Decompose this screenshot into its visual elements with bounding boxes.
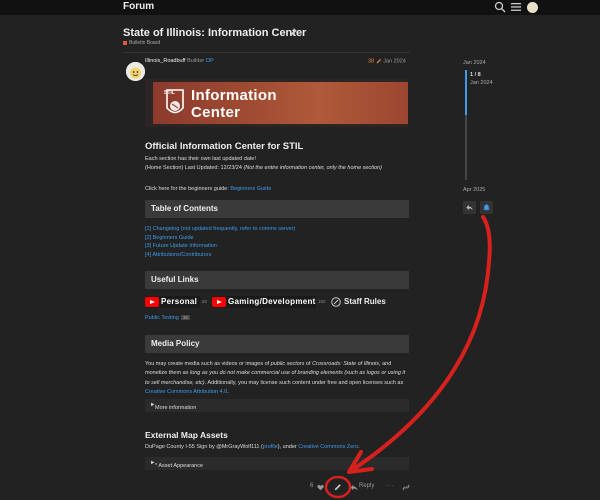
category-label: Bulletin Board	[129, 40, 161, 46]
dupage-text-part: .	[358, 444, 360, 450]
personal-click-count: 82	[202, 299, 208, 304]
hamburger-menu-icon[interactable]	[510, 1, 522, 13]
profile-link[interactable]: profile	[263, 444, 278, 450]
share-link-icon[interactable]	[402, 484, 410, 491]
public-testing-link[interactable]: Public Testing	[145, 315, 179, 321]
youtube-icon	[212, 297, 226, 307]
last-updated-note: (Not the entire information center, only…	[243, 165, 382, 171]
links-section-bar: Useful Links	[145, 271, 409, 289]
media-text-part: of	[304, 361, 313, 367]
staff-rules-icon	[331, 297, 341, 307]
timeline-end-date[interactable]: Apr 2025	[463, 187, 485, 193]
toc-item-changelog[interactable]: [1] Changelog (not updated frequently, r…	[145, 226, 295, 232]
personal-link-label: Personal	[161, 297, 198, 306]
heart-icon[interactable]	[317, 484, 324, 491]
like-count: 6	[310, 483, 314, 489]
edit-title-pencil-icon[interactable]	[289, 28, 298, 37]
more-information-label: ► More information	[150, 402, 197, 411]
post-date[interactable]: Jan 2024	[383, 58, 406, 64]
more-information-text: More information	[155, 405, 197, 411]
cc-attribution-link[interactable]: Creative Commons Attribution 4.0	[145, 389, 227, 395]
reply-button[interactable]: Reply	[359, 483, 374, 489]
last-updated-text: (Home Section) Last Updated: 12/23/24 (N…	[145, 165, 382, 171]
author-name[interactable]: Illinois_Roadbuff	[145, 58, 186, 64]
banner-title: Information Center	[191, 87, 277, 121]
timeline-progress-date: Jan 2024	[470, 80, 493, 86]
media-text-part: You may create media such as videos or i…	[145, 361, 271, 367]
timeline-scroll-handle[interactable]	[465, 70, 467, 115]
media-section-bar: Media Policy	[145, 335, 409, 353]
edit-history-pencil-icon[interactable]	[376, 58, 382, 64]
asset-appearance-details[interactable]: ► * Asset Appearance	[145, 457, 409, 470]
author-title: Builder	[187, 58, 205, 64]
post-author-line: Illinois_Roadbuff Builder OP	[145, 58, 214, 64]
media-heading: Media Policy	[151, 339, 200, 348]
links-heading: Useful Links	[151, 275, 199, 284]
beginners-line: Click here for the beginners guide: Begi…	[145, 186, 271, 192]
forum-title[interactable]: Forum	[123, 1, 154, 12]
dupage-attribution: DuPage County I-55 Sign by @MrGrayWolf11…	[145, 444, 360, 450]
asset-appearance-text: * Asset Appearance	[155, 463, 204, 469]
reply-icon	[350, 484, 358, 491]
banner-stil-text: STIL	[164, 90, 175, 96]
gaming-link-label: Gaming/Development	[228, 297, 316, 306]
personal-youtube-link[interactable]: Personal	[145, 296, 200, 308]
staff-rules-link[interactable]: Staff Rules	[344, 297, 386, 306]
public-testing-line: Public Testing 38	[145, 315, 190, 321]
more-information-details[interactable]: ► More information	[145, 399, 409, 412]
cc-zero-link[interactable]: Creative Commons Zero	[298, 444, 358, 450]
youtube-icon	[145, 297, 159, 307]
dupage-text-part: ), under	[277, 444, 299, 450]
media-text-part: .	[227, 388, 229, 395]
media-text-italic: Crossroads: State of Illinois	[312, 361, 380, 367]
forum-page: Forum State of Illinois: Information Cen…	[0, 0, 600, 500]
toc-item-attributions[interactable]: [4] Attributions/Contributors	[145, 252, 211, 258]
search-icon[interactable]	[494, 1, 506, 13]
last-updated-label: (Home Section) Last Updated: 12/23/24	[145, 165, 242, 171]
edit-post-pencil-icon[interactable]	[334, 483, 342, 491]
post-divider	[123, 52, 410, 53]
beginners-prefix: Click here for the beginners guide:	[145, 186, 229, 192]
more-actions-icon[interactable]: ···	[386, 483, 395, 489]
bell-icon	[483, 204, 490, 211]
gaming-youtube-link[interactable]: Gaming/Development	[212, 296, 316, 308]
toc-heading: Table of Contents	[151, 204, 218, 213]
media-text-italic: public sectors	[270, 361, 305, 367]
user-avatar[interactable]	[527, 2, 538, 13]
banner-title-line1: Information	[191, 87, 277, 104]
smiley-avatar-icon	[126, 62, 145, 81]
banner-title-line2: Center	[191, 104, 241, 121]
info-center-banner: STIL Information Center	[145, 79, 408, 127]
edit-history-count[interactable]: 38	[368, 58, 374, 64]
topic-title: State of Illinois: Information Center	[123, 27, 307, 39]
red-annotation-arrow	[324, 215, 492, 499]
beginners-guide-link[interactable]: Beginners Guide	[230, 186, 271, 192]
public-testing-count: 38	[180, 315, 190, 320]
media-text-part: . Additionally, you may license such con…	[204, 379, 404, 386]
post-meta: 38 Jan 2024	[368, 58, 406, 64]
intro-text: Each section has their own last updated …	[145, 156, 256, 162]
category-color-swatch	[123, 40, 127, 45]
timeline-progress: 1 / 8	[470, 72, 481, 78]
timeline-notification-button[interactable]	[480, 201, 493, 214]
back-arrow-icon	[466, 205, 473, 211]
banner-background: STIL Information Center	[153, 82, 408, 124]
top-bar: Forum	[0, 0, 600, 15]
media-policy-text: You may create media such as videos or i…	[145, 360, 410, 397]
toc-item-beginners[interactable]: [2] Beginners Guide	[145, 235, 194, 241]
asset-appearance-label: ► * Asset Appearance	[150, 460, 204, 469]
toc-item-future[interactable]: [3] Future Update Information	[145, 243, 217, 249]
author-avatar[interactable]	[126, 62, 145, 81]
toc-section-bar: Table of Contents	[145, 200, 409, 218]
gaming-click-count: 150	[318, 299, 326, 304]
timeline-start-date[interactable]: Jan 2024	[463, 60, 486, 66]
post-heading: Official Information Center for STIL	[145, 141, 304, 152]
op-badge: OP	[205, 58, 214, 64]
dupage-text-part: DuPage County I-55 Sign by @MrGrayWolf11…	[145, 444, 263, 450]
timeline-back-button[interactable]	[463, 201, 476, 214]
map-assets-heading: External Map Assets	[145, 430, 228, 440]
category-badge[interactable]: Bulletin Board	[123, 40, 160, 46]
